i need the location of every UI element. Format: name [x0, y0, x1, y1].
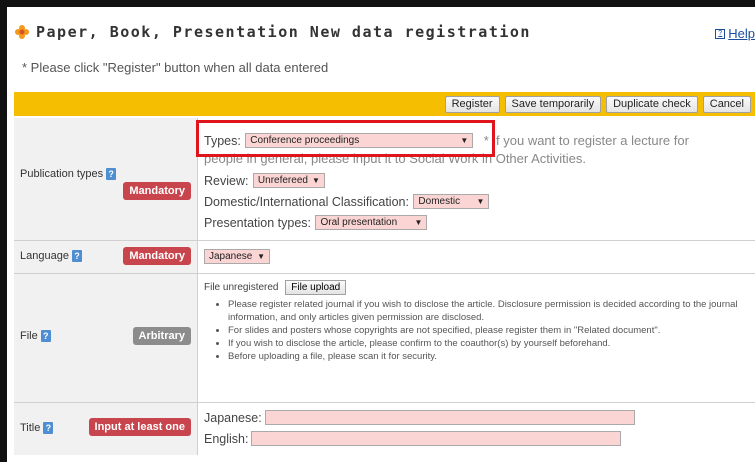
list-item: Before uploading a file, please scan it …	[228, 350, 748, 363]
file-status: File unregistered	[204, 282, 279, 293]
types-select-value: Conference proceedings	[250, 135, 360, 147]
classification-select-value: Domestic	[418, 196, 461, 208]
cancel-button[interactable]: Cancel	[702, 95, 751, 113]
list-item: If you wish to disclose the article, ple…	[228, 337, 748, 350]
mandatory-badge: Mandatory	[123, 247, 191, 265]
flower-icon	[15, 25, 29, 39]
duplicate-check-button[interactable]: Duplicate check	[606, 95, 698, 113]
file-label: File ?	[20, 330, 51, 342]
presentation-types-select[interactable]: Oral presentation ▼	[315, 215, 428, 231]
japanese-title-line: Japanese:	[204, 410, 635, 425]
presentation-line: Presentation types: Oral presentation ▼	[204, 214, 428, 232]
language-label-cell: Language ? Mandatory	[14, 241, 198, 273]
english-title-line: English:	[204, 431, 622, 446]
classification-line: Domestic/International Classification: D…	[204, 193, 490, 211]
title-label-cell: Title ? Input at least one	[14, 403, 198, 455]
english-label: English:	[204, 431, 249, 446]
types-label: Types:	[204, 133, 241, 148]
title-bar: Paper, Book, Presentation New data regis…	[14, 20, 531, 44]
presentation-select-value: Oral presentation	[320, 217, 398, 229]
instruction-note: * Please click "Register" button when al…	[22, 60, 329, 75]
file-upload-button[interactable]: File upload	[285, 280, 347, 295]
help-label: Help	[728, 26, 755, 41]
presentation-types-label: Presentation types:	[204, 215, 312, 230]
help-link[interactable]: ? Help	[715, 26, 755, 41]
review-select[interactable]: Unrefereed ▼	[252, 173, 325, 189]
title-value-cell: Japanese: English:	[198, 403, 755, 455]
registration-form: Publication types ? Mandatory Types: Con…	[14, 118, 755, 455]
dropdown-arrow-icon: ▼	[476, 197, 485, 207]
arbitrary-badge: Arbitrary	[132, 327, 191, 345]
action-toolbar: Register Save temporarily Duplicate chec…	[14, 92, 755, 116]
types-note-continued: people in general, please input it to So…	[204, 151, 587, 166]
mandatory-badge: Mandatory	[123, 182, 191, 200]
help-question-icon[interactable]: ?	[71, 250, 82, 262]
language-label-text: Language	[20, 250, 69, 262]
review-select-value: Unrefereed	[257, 175, 308, 187]
dropdown-arrow-icon: ▼	[414, 218, 423, 228]
file-instructions: Please register related journal if you w…	[204, 298, 748, 363]
file-content: File unregistered File upload Please reg…	[204, 280, 748, 363]
title-label-text: Title	[20, 422, 41, 434]
help-question-icon[interactable]: ?	[43, 422, 54, 434]
page-title: Paper, Book, Presentation New data regis…	[36, 23, 531, 41]
help-icon: ?	[715, 28, 726, 39]
list-item: Please register related journal if you w…	[228, 298, 748, 324]
title-label: Title ?	[20, 422, 54, 434]
language-select[interactable]: Japanese ▼	[204, 249, 270, 264]
review-line: Review: Unrefereed ▼	[204, 172, 325, 190]
publication-types-row: Publication types ? Mandatory Types: Con…	[14, 118, 755, 241]
help-question-icon[interactable]: ?	[40, 330, 51, 342]
types-select[interactable]: Conference proceedings ▼	[245, 133, 474, 149]
register-button[interactable]: Register	[444, 95, 500, 113]
english-title-input[interactable]	[251, 431, 622, 446]
language-row: Language ? Mandatory Japanese ▼	[14, 241, 755, 274]
japanese-title-input[interactable]	[264, 410, 635, 425]
language-select-value: Japanese	[209, 251, 253, 262]
publication-types-value-cell: Types: Conference proceedings ▼ * If you…	[198, 118, 755, 240]
dropdown-arrow-icon: ▼	[257, 252, 265, 261]
list-item: For slides and posters whose copyrights …	[228, 324, 748, 337]
input-at-least-one-badge: Input at least one	[88, 418, 191, 436]
dropdown-arrow-icon: ▼	[312, 176, 320, 186]
review-label: Review:	[204, 173, 249, 188]
file-row: File ? Arbitrary File unregistered File …	[14, 274, 755, 403]
title-row: Title ? Input at least one Japanese: Eng…	[14, 403, 755, 455]
language-value-cell: Japanese ▼	[198, 241, 755, 273]
dropdown-arrow-icon: ▼	[460, 136, 469, 146]
classification-label: Domestic/International Classification:	[204, 194, 409, 209]
file-label-text: File	[20, 330, 38, 342]
language-label: Language ?	[20, 250, 82, 262]
classification-select[interactable]: Domestic ▼	[413, 194, 490, 210]
japanese-label: Japanese:	[204, 410, 262, 425]
frame-left	[0, 0, 7, 462]
help-question-icon[interactable]: ?	[106, 168, 117, 180]
types-line: Types: Conference proceedings ▼ * If you…	[204, 132, 689, 150]
publication-types-label: Publication types ?	[20, 168, 117, 180]
types-note: * If you want to register a lecture for	[483, 133, 689, 148]
publication-types-label-cell: Publication types ? Mandatory	[14, 118, 198, 240]
publication-types-label-text: Publication types	[20, 168, 104, 180]
frame-top	[0, 0, 755, 7]
save-temporarily-button[interactable]: Save temporarily	[504, 95, 602, 113]
file-label-cell: File ? Arbitrary	[14, 274, 198, 402]
file-value-cell: File unregistered File upload Please reg…	[198, 274, 755, 402]
